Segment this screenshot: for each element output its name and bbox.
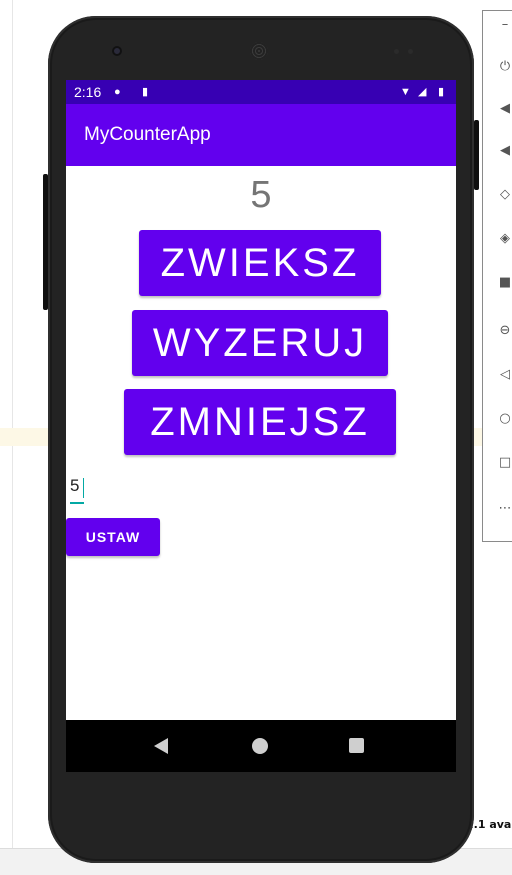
status-time: 2:16 bbox=[74, 84, 102, 100]
signal-icon: ◢ bbox=[418, 86, 427, 98]
right-side-button[interactable] bbox=[474, 120, 479, 190]
app-bar: MyCounterApp bbox=[66, 104, 456, 166]
volume-up-icon[interactable]: ◀ bbox=[497, 101, 512, 117]
left-side-button[interactable] bbox=[43, 174, 48, 310]
recents-icon[interactable] bbox=[349, 738, 364, 753]
increase-button[interactable]: ZWIEKSZ bbox=[139, 230, 381, 296]
speaker-grille bbox=[250, 42, 268, 60]
status-bar: 2:16 ● ▮ ▼ ◢ ▮ bbox=[66, 80, 456, 104]
back-icon[interactable] bbox=[154, 738, 168, 754]
minimize-icon[interactable]: – bbox=[497, 17, 512, 33]
battery-icon: ▮ bbox=[438, 86, 445, 98]
front-camera bbox=[112, 46, 122, 56]
emulator-toolbar: – ⏻ ◀ ◀ ◇ ◈ ■ ⊖ ◁ ○ □ ⋯ bbox=[482, 10, 512, 542]
navigation-bar bbox=[66, 720, 456, 772]
overview-icon[interactable]: □ bbox=[497, 455, 512, 471]
app-title: MyCounterApp bbox=[84, 124, 211, 145]
sensor bbox=[408, 49, 413, 54]
number-input-value: 5 bbox=[70, 476, 80, 495]
counter-value: 5 bbox=[250, 174, 272, 216]
power-icon[interactable]: ⏻ bbox=[497, 59, 512, 75]
sync-circle-icon: ● bbox=[114, 86, 121, 98]
zoom-icon[interactable]: ⊖ bbox=[497, 323, 512, 339]
camera-icon[interactable]: ■ bbox=[497, 275, 512, 291]
reset-button[interactable]: WYZERUJ bbox=[132, 310, 388, 376]
wifi-icon: ▼ bbox=[400, 86, 411, 98]
home-icon[interactable] bbox=[252, 738, 268, 754]
back-icon[interactable]: ◁ bbox=[497, 367, 512, 383]
device-screen: 2:16 ● ▮ ▼ ◢ ▮ MyCounterApp 5 ZWIEKSZ WY… bbox=[66, 80, 456, 772]
sensor bbox=[394, 49, 399, 54]
rotate-right-icon[interactable]: ◈ bbox=[497, 231, 512, 247]
number-input[interactable]: 5 bbox=[70, 476, 84, 504]
set-button[interactable]: USTAW bbox=[66, 518, 160, 556]
text-cursor bbox=[83, 478, 84, 498]
rotate-left-icon[interactable]: ◇ bbox=[497, 187, 512, 203]
more-icon[interactable]: ⋯ bbox=[497, 501, 512, 517]
decrease-button[interactable]: ZMNIEJSZ bbox=[124, 389, 396, 455]
home-icon[interactable]: ○ bbox=[497, 411, 512, 427]
volume-down-icon[interactable]: ◀ bbox=[497, 143, 512, 159]
sd-card-icon: ▮ bbox=[142, 86, 149, 98]
